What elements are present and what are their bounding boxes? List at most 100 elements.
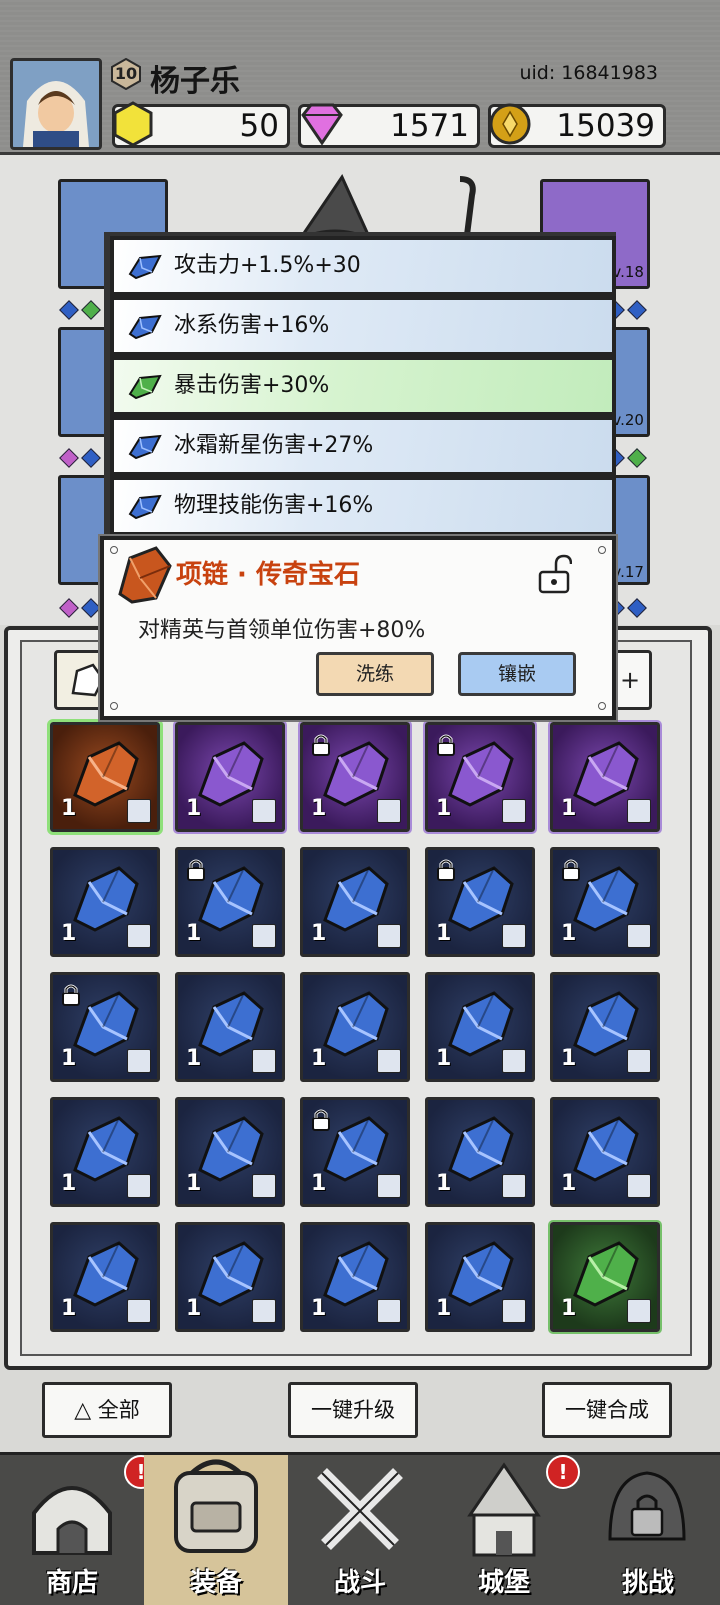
inventory-cell[interactable]: 1 xyxy=(50,847,160,957)
backpack-icon xyxy=(174,1459,258,1553)
item-count: 1 xyxy=(436,921,452,946)
shop-icon xyxy=(32,1486,112,1555)
lock-icon xyxy=(62,984,80,1006)
nav-battle[interactable]: 战斗 xyxy=(288,1455,432,1605)
inventory-cell[interactable]: 1 xyxy=(300,1222,410,1332)
wash-button[interactable]: 洗练 xyxy=(316,652,434,696)
inventory-cell[interactable]: 1 xyxy=(425,847,535,957)
popup-rivet xyxy=(598,702,606,710)
unlock-icon[interactable] xyxy=(536,554,572,594)
inventory-cell[interactable]: 1 xyxy=(50,1097,160,1207)
item-count: 1 xyxy=(311,921,327,946)
inventory-cell[interactable]: 1 xyxy=(173,720,287,834)
lock-icon xyxy=(562,859,580,881)
item-count: 1 xyxy=(561,1046,577,1071)
item-count: 1 xyxy=(436,796,452,821)
item-count: 1 xyxy=(311,1171,327,1196)
equip-type-icon xyxy=(252,1174,276,1198)
filter-all-button[interactable]: △ 全部 xyxy=(42,1382,172,1438)
green-gem-icon xyxy=(128,374,162,400)
nav-battle-label: 战斗 xyxy=(333,1568,386,1598)
one-click-merge-button[interactable]: 一键合成 xyxy=(542,1382,672,1438)
nav-shop-label: 商店 xyxy=(45,1568,98,1598)
blue-gem-icon xyxy=(128,254,162,280)
inventory-cell[interactable]: 1 xyxy=(298,720,412,834)
legendary-gem-icon xyxy=(118,546,172,604)
inventory-cell[interactable]: 1 xyxy=(175,1222,285,1332)
item-count: 1 xyxy=(186,1171,202,1196)
item-count: 1 xyxy=(61,1171,77,1196)
equip-type-icon xyxy=(627,1174,651,1198)
item-count: 1 xyxy=(561,921,577,946)
currency-coins: 15039 xyxy=(488,103,666,148)
currency-gems: 50 xyxy=(112,101,290,148)
bottom-nav: 商店 ! 装备 战斗 城堡 ! 挑战 xyxy=(0,1452,720,1605)
player-uid: uid: 16841983 xyxy=(519,62,658,84)
popup-rivet xyxy=(110,702,118,710)
diamond-count: 1571 xyxy=(390,108,469,144)
player-avatar[interactable] xyxy=(10,58,102,150)
nav-shop[interactable]: 商店 xyxy=(0,1455,144,1605)
inventory-cell[interactable]: 1 xyxy=(550,847,660,957)
item-count: 1 xyxy=(311,1046,327,1071)
item-count: 1 xyxy=(311,1296,327,1321)
equip-type-icon xyxy=(502,924,526,948)
inventory-cell[interactable]: 1 xyxy=(300,1097,410,1207)
one-click-upgrade-button[interactable]: 一键升级 xyxy=(288,1382,418,1438)
item-count: 1 xyxy=(61,1296,77,1321)
socket-diamond-icon xyxy=(627,448,647,468)
inventory-cell[interactable]: 1 xyxy=(550,1097,660,1207)
inventory-cell[interactable]: 1 xyxy=(425,1097,535,1207)
inventory-cell[interactable]: 1 xyxy=(47,719,163,835)
inventory-cell[interactable]: 1 xyxy=(425,1222,535,1332)
attribute-text: 物理技能伤害+16% xyxy=(174,493,374,518)
inventory-cell[interactable]: 1 xyxy=(550,972,660,1082)
socket-diamond-icon xyxy=(81,448,101,468)
equip-type-icon xyxy=(252,924,276,948)
nav-equipment-label: 装备 xyxy=(189,1568,242,1598)
attribute-row: 冰系伤害+16% xyxy=(110,296,616,356)
socket-diamond-icon xyxy=(627,598,647,618)
attribute-row: 攻击力+1.5%+30 xyxy=(110,236,616,296)
equip-type-icon xyxy=(502,799,526,823)
socket-diamond-icon xyxy=(59,300,79,320)
equip-type-icon xyxy=(377,1174,401,1198)
currency-diamonds: 1571 xyxy=(298,103,480,148)
socket-diamond-icon xyxy=(81,598,101,618)
inventory-cell[interactable]: 1 xyxy=(300,847,410,957)
inventory-cell[interactable]: 1 xyxy=(175,1097,285,1207)
equip-type-icon xyxy=(502,1299,526,1323)
item-count: 1 xyxy=(436,1171,452,1196)
lock-icon xyxy=(312,734,330,756)
yellow-gem-icon xyxy=(113,101,153,147)
item-count: 1 xyxy=(61,796,77,821)
nav-equipment[interactable]: 装备 xyxy=(144,1455,288,1605)
nav-challenge[interactable]: 挑战 xyxy=(576,1455,720,1605)
equip-type-icon xyxy=(627,924,651,948)
inlay-button[interactable]: 镶嵌 xyxy=(458,652,576,696)
inventory-cell[interactable]: 1 xyxy=(423,720,537,834)
equip-type-icon xyxy=(127,1174,151,1198)
blue-gem-icon xyxy=(128,314,162,340)
gem-count: 50 xyxy=(239,108,279,144)
inventory-cell[interactable]: 1 xyxy=(175,847,285,957)
inventory-cell[interactable]: 1 xyxy=(50,1222,160,1332)
popup-rivet xyxy=(598,546,606,554)
equip-type-icon xyxy=(377,1049,401,1073)
inventory-cell[interactable]: 1 xyxy=(300,972,410,1082)
equip-type-icon xyxy=(627,1299,651,1323)
equip-type-icon xyxy=(127,1299,151,1323)
nav-castle-label: 城堡 xyxy=(477,1568,530,1598)
inventory-cell[interactable]: 1 xyxy=(548,1220,662,1334)
equip-type-icon xyxy=(127,924,151,948)
inventory-cell[interactable]: 1 xyxy=(425,972,535,1082)
item-count: 1 xyxy=(561,1171,577,1196)
inventory-cell[interactable]: 1 xyxy=(50,972,160,1082)
inventory-cell[interactable]: 1 xyxy=(548,720,662,834)
equip-type-icon xyxy=(502,1049,526,1073)
socket-diamond-icon xyxy=(59,598,79,618)
socket-diamond-icon xyxy=(81,300,101,320)
item-count: 1 xyxy=(61,921,77,946)
crossed-swords-icon xyxy=(317,1468,403,1550)
inventory-cell[interactable]: 1 xyxy=(175,972,285,1082)
